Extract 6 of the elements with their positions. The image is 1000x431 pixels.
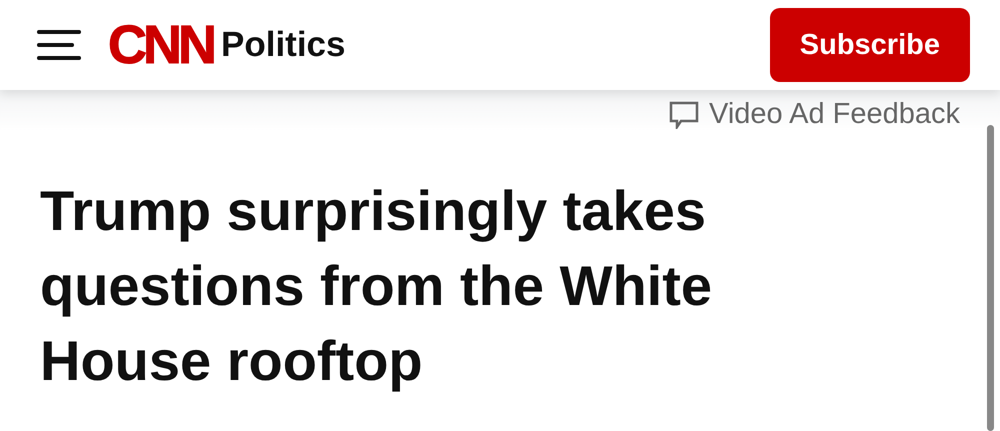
cnn-logo[interactable]: CNN — [108, 18, 213, 72]
subscribe-button[interactable]: Subscribe — [770, 8, 970, 82]
section-title[interactable]: Politics — [221, 25, 346, 65]
headline: Trump surprisingly takes questions from the White House rooftop — [40, 178, 713, 394]
speech-bubble-icon — [669, 100, 699, 128]
menu-icon[interactable] — [36, 28, 82, 62]
